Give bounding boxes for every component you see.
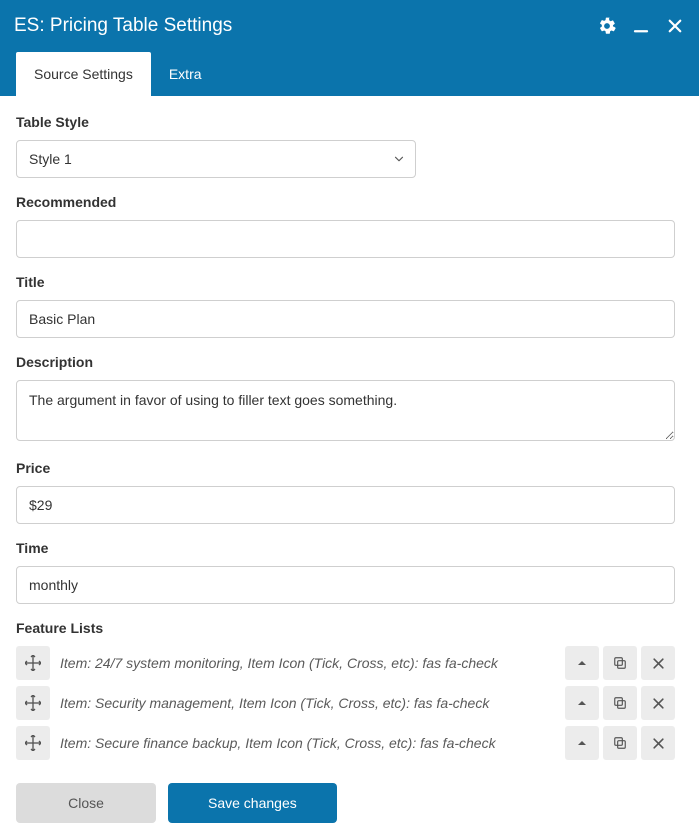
description-textarea[interactable]: The argument in favor of using to filler…: [16, 380, 675, 441]
price-input[interactable]: [16, 486, 675, 524]
feature-lists-label: Feature Lists: [16, 620, 675, 636]
remove-icon[interactable]: [641, 686, 675, 720]
close-icon[interactable]: [665, 16, 685, 36]
duplicate-icon[interactable]: [603, 686, 637, 720]
remove-icon[interactable]: [641, 646, 675, 680]
duplicate-icon[interactable]: [603, 646, 637, 680]
titlebar-actions: [597, 16, 685, 36]
save-changes-button[interactable]: Save changes: [168, 783, 337, 823]
feature-row: Item: Security management, Item Icon (Ti…: [16, 686, 675, 720]
feature-list: Item: 24/7 system monitoring, Item Icon …: [16, 646, 675, 760]
recommended-input[interactable]: [16, 220, 675, 258]
duplicate-icon[interactable]: [603, 726, 637, 760]
remove-icon[interactable]: [641, 726, 675, 760]
feature-row: Item: 24/7 system monitoring, Item Icon …: [16, 646, 675, 680]
table-style-label: Table Style: [16, 114, 675, 130]
gear-icon[interactable]: [597, 16, 617, 36]
price-label: Price: [16, 460, 675, 476]
close-button[interactable]: Close: [16, 783, 156, 823]
time-label: Time: [16, 540, 675, 556]
collapse-up-icon[interactable]: [565, 686, 599, 720]
feature-row: Item: Secure finance backup, Item Icon (…: [16, 726, 675, 760]
description-label: Description: [16, 354, 675, 370]
tabs: Source Settings Extra: [0, 52, 699, 96]
feature-text: Item: Security management, Item Icon (Ti…: [60, 695, 555, 711]
drag-handle-icon[interactable]: [16, 726, 50, 760]
table-style-select[interactable]: Style 1: [16, 140, 416, 178]
feature-text: Item: 24/7 system monitoring, Item Icon …: [60, 655, 555, 671]
drag-handle-icon[interactable]: [16, 646, 50, 680]
content-area[interactable]: Table Style Style 1 Recommended Title De…: [0, 96, 699, 769]
titlebar: ES: Pricing Table Settings: [0, 0, 699, 52]
tab-extra[interactable]: Extra: [151, 52, 220, 96]
feature-text: Item: Secure finance backup, Item Icon (…: [60, 735, 555, 751]
footer: Close Save changes: [0, 769, 699, 839]
recommended-label: Recommended: [16, 194, 675, 210]
title-label: Title: [16, 274, 675, 290]
minimize-icon[interactable]: [631, 16, 651, 36]
window-title: ES: Pricing Table Settings: [14, 15, 232, 37]
title-input[interactable]: [16, 300, 675, 338]
tab-source-settings[interactable]: Source Settings: [16, 52, 151, 96]
drag-handle-icon[interactable]: [16, 686, 50, 720]
collapse-up-icon[interactable]: [565, 646, 599, 680]
collapse-up-icon[interactable]: [565, 726, 599, 760]
time-input[interactable]: [16, 566, 675, 604]
